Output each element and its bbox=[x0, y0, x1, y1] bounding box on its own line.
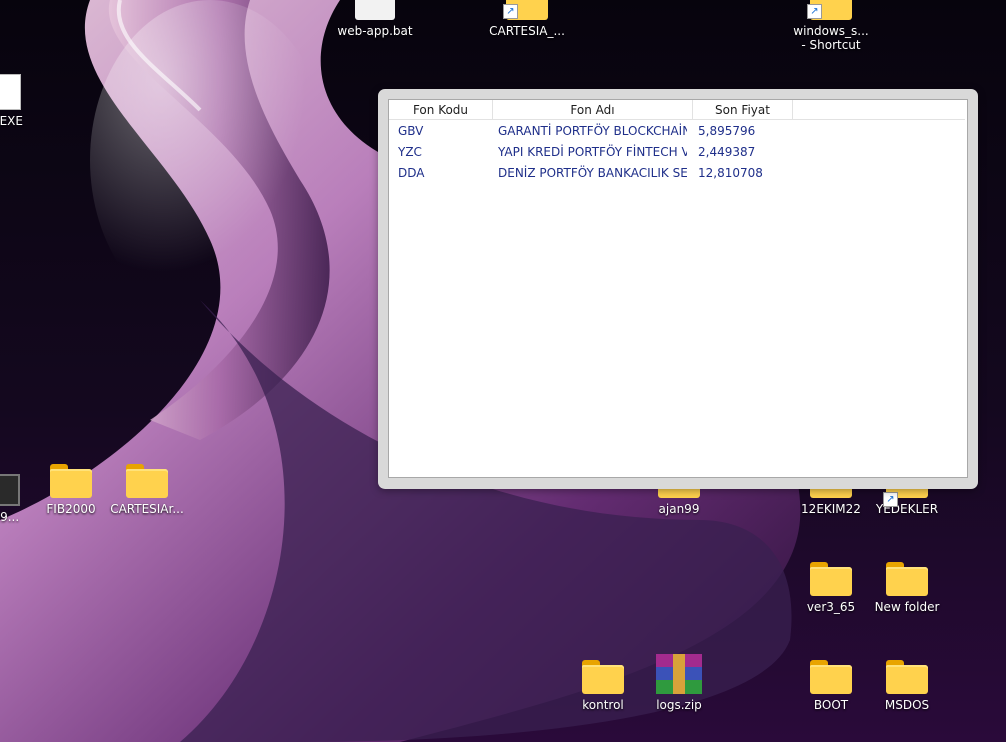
folder-icon bbox=[810, 660, 852, 694]
exe-file-icon bbox=[0, 74, 21, 110]
desktop-icon-u-exe[interactable]: U.EXE bbox=[0, 62, 45, 128]
desktop-icon-logs-zip[interactable]: logs.zip bbox=[639, 646, 719, 712]
desktop-icon-label: ver3_65 bbox=[806, 600, 856, 614]
desktop-icon-cartesiar[interactable]: CARTESIAr... bbox=[107, 450, 187, 516]
table-row[interactable]: YZC YAPI KREDİ PORTFÖY FİNTECH VE B 2,44… bbox=[389, 142, 967, 163]
desktop-icon-label: New folder bbox=[874, 600, 940, 614]
fund-code-cell: GBV bbox=[398, 124, 424, 138]
shortcut-arrow-icon: ↗ bbox=[883, 492, 898, 507]
desktop-icon-label: MSDOS bbox=[884, 698, 930, 712]
folder-icon bbox=[582, 660, 624, 694]
folder-icon bbox=[886, 562, 928, 596]
desktop-icon-boot[interactable]: BOOT bbox=[791, 646, 871, 712]
desktop-icon-cartesia-shortcut[interactable]: ↗ CARTESIA_... bbox=[487, 0, 567, 38]
column-header-fon-kodu[interactable]: Fon Kodu bbox=[389, 100, 493, 120]
shortcut-arrow-icon: ↗ bbox=[503, 4, 518, 19]
desktop-icon-msdos[interactable]: MSDOS bbox=[867, 646, 947, 712]
desktop-icon-label: CARTESIAr... bbox=[110, 502, 184, 516]
fund-price-cell: 12,810708 bbox=[698, 166, 763, 180]
desktop-icon-label: 12EKIM22 bbox=[801, 502, 861, 516]
desktop-icon-fib2000[interactable]: FIB2000 bbox=[31, 450, 111, 516]
desktop-icon-label: CARTESIA_... bbox=[489, 24, 565, 38]
shortcut-arrow-icon: ↗ bbox=[807, 4, 822, 19]
fund-list-window[interactable]: Fon Kodu Fon Adı Son Fiyat GBV GARANTİ P… bbox=[378, 89, 978, 489]
desktop-icon-label: web-app.bat bbox=[337, 24, 413, 38]
table-row[interactable]: GBV GARANTİ PORTFÖY BLOCKCHAİN TE 5,8957… bbox=[389, 121, 967, 142]
desktop-icon-label: FIB2000 bbox=[46, 502, 96, 516]
desktop-icon-label: ajan99 bbox=[658, 502, 700, 516]
desktop-icon-label: BOOT bbox=[813, 698, 849, 712]
desktop-icon-label: U.EXE bbox=[0, 114, 23, 128]
fund-code-cell: YZC bbox=[398, 145, 422, 159]
desktop-icon-kontrol[interactable]: kontrol bbox=[563, 646, 643, 712]
desktop-icon-windows-shortcut[interactable]: ↗ windows_s... - Shortcut bbox=[791, 0, 871, 52]
fund-price-cell: 2,449387 bbox=[698, 145, 756, 159]
desktop-icon-new-folder[interactable]: New folder bbox=[867, 548, 947, 614]
video-file-icon bbox=[0, 474, 20, 506]
fund-price-cell: 5,895796 bbox=[698, 124, 756, 138]
table-row[interactable]: DDA DENİZ PORTFÖY BANKACILIK SEKTÖ 12,81… bbox=[389, 163, 967, 184]
fund-name-cell: YAPI KREDİ PORTFÖY FİNTECH VE B bbox=[498, 145, 687, 159]
fund-name-cell: DENİZ PORTFÖY BANKACILIK SEKTÖ bbox=[498, 166, 687, 180]
column-header-filler bbox=[793, 100, 965, 120]
desktop-icon-label: YEDEKLER bbox=[875, 502, 939, 516]
archive-file-icon bbox=[656, 654, 702, 694]
column-header-fon-adi[interactable]: Fon Adı bbox=[493, 100, 693, 120]
fund-list-view[interactable]: Fon Kodu Fon Adı Son Fiyat GBV GARANTİ P… bbox=[388, 99, 968, 478]
desktop-icon-label: windows_s... - Shortcut bbox=[793, 24, 869, 52]
desktop-icon-label: logs.zip bbox=[656, 698, 702, 712]
desktop-icon-label: kontrol bbox=[582, 698, 624, 712]
fund-name-cell: GARANTİ PORTFÖY BLOCKCHAİN TE bbox=[498, 124, 687, 138]
desktop-icon-web-app-bat[interactable]: web-app.bat bbox=[335, 0, 415, 38]
desktop-icon-ver3-65[interactable]: ver3_65 bbox=[791, 548, 871, 614]
folder-icon bbox=[886, 660, 928, 694]
batch-file-icon bbox=[355, 0, 395, 20]
fund-code-cell: DDA bbox=[398, 166, 425, 180]
folder-icon bbox=[810, 562, 852, 596]
column-header-son-fiyat[interactable]: Son Fiyat bbox=[693, 100, 793, 120]
folder-icon bbox=[126, 464, 168, 498]
folder-icon bbox=[50, 464, 92, 498]
